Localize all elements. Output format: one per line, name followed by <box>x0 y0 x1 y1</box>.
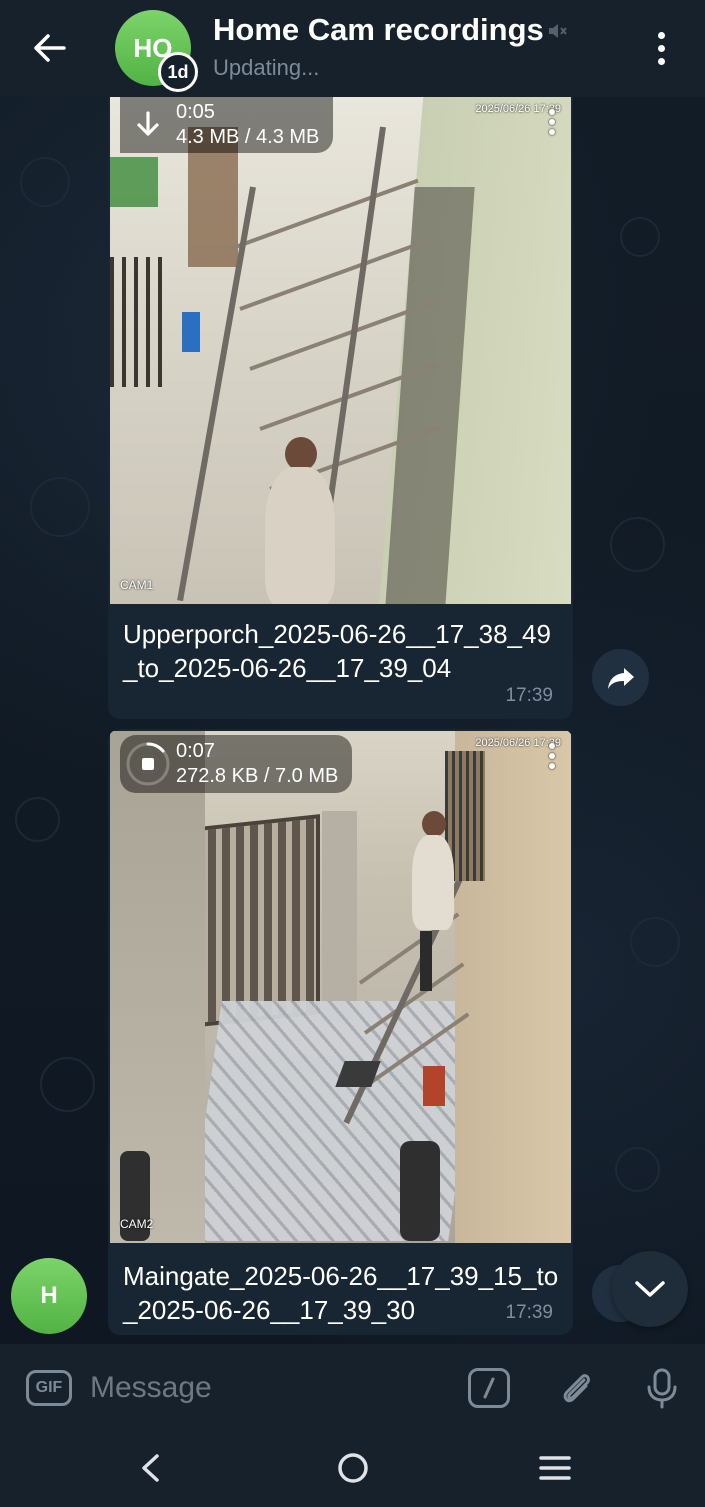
chevron-down-icon <box>635 1281 665 1297</box>
video-size: 4.3 MB / 4.3 MB <box>176 126 320 148</box>
microphone-button[interactable] <box>638 1364 686 1412</box>
camera-label: CAM2 <box>120 1217 154 1231</box>
arrow-left-icon <box>34 34 66 62</box>
chat-header: HO 1d Home Cam recordings Updating... <box>0 0 705 97</box>
timer-badge-label: 1d <box>167 61 189 82</box>
message-time: 17:39 <box>505 1302 553 1323</box>
auto-delete-timer-badge: 1d <box>158 52 198 92</box>
attach-button[interactable] <box>552 1364 600 1412</box>
sender-avatar[interactable]: H <box>11 1258 87 1334</box>
video-frame <box>110 97 571 604</box>
back-button[interactable] <box>26 26 74 70</box>
sender-avatar-initial: H <box>40 1282 58 1309</box>
camera-label: CAM1 <box>120 578 154 592</box>
message-caption: Maingate_2025-06-26__17_39_15_to_2025-06… <box>123 1261 559 1325</box>
video-info-overlay: 0:07 272.8 KB / 7.0 MB <box>120 735 353 793</box>
download-icon[interactable] <box>120 97 176 153</box>
slash-command-icon <box>483 1377 495 1399</box>
share-icon <box>607 667 634 689</box>
gif-label: GIF <box>35 1379 63 1396</box>
chevron-left-icon <box>142 1454 159 1482</box>
more-vertical-icon <box>657 31 665 39</box>
home-circle-icon <box>338 1453 368 1483</box>
commands-button[interactable] <box>468 1368 510 1408</box>
gif-button[interactable]: GIF <box>26 1370 72 1406</box>
video-duration: 0:07 <box>176 740 215 762</box>
message-input[interactable] <box>90 1366 440 1410</box>
video-thumbnail[interactable]: 0:07 272.8 KB / 7.0 MB 2025/06/26 17:39 … <box>110 731 571 1243</box>
video-info-overlay: 0:05 4.3 MB / 4.3 MB <box>120 97 334 153</box>
system-recents-button[interactable] <box>533 1446 577 1490</box>
video-duration: 0:05 <box>176 101 215 123</box>
video-menu-button[interactable] <box>549 109 555 135</box>
video-menu-button[interactable] <box>549 743 555 769</box>
video-message[interactable]: 0:07 272.8 KB / 7.0 MB 2025/06/26 17:39 … <box>108 729 573 1335</box>
share-button[interactable] <box>592 649 649 706</box>
microphone-icon <box>647 1368 677 1409</box>
chat-status: Updating... <box>213 55 320 80</box>
message-time: 17:39 <box>505 685 553 706</box>
video-message[interactable]: 0:05 4.3 MB / 4.3 MB 2025/06/26 17:39 CA… <box>108 97 573 719</box>
system-back-button[interactable] <box>128 1446 172 1490</box>
video-frame <box>110 731 571 1243</box>
system-navigation-bar <box>0 1432 705 1507</box>
video-size: 272.8 KB / 7.0 MB <box>176 765 339 787</box>
system-home-button[interactable] <box>331 1446 375 1490</box>
chat-title[interactable]: Home Cam recordings <box>213 12 544 48</box>
menu-lines-icon <box>539 1456 571 1480</box>
cancel-download-button[interactable] <box>120 736 176 792</box>
message-composer: GIF <box>0 1344 705 1432</box>
scroll-to-bottom-button[interactable] <box>612 1251 688 1327</box>
message-caption: Upperporch_2025-06-26__17_38_49_to_2025-… <box>123 619 551 683</box>
mute-icon <box>546 20 568 47</box>
more-options-button[interactable] <box>646 26 676 70</box>
paperclip-icon <box>563 1374 590 1403</box>
video-thumbnail[interactable]: 0:05 4.3 MB / 4.3 MB 2025/06/26 17:39 CA… <box>110 97 571 604</box>
